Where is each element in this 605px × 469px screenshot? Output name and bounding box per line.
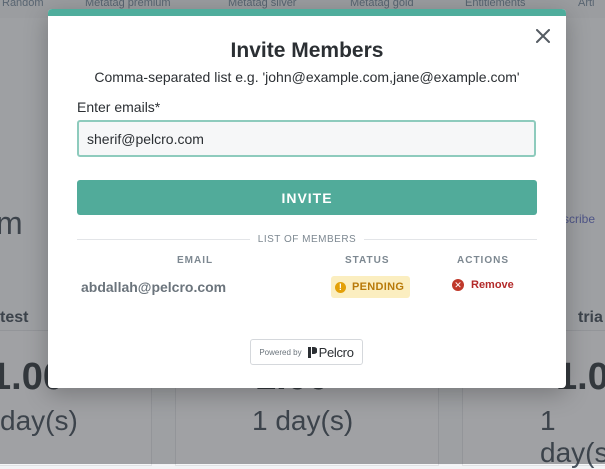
- invite-members-modal: Invite Members Comma-separated list e.g.…: [48, 9, 566, 388]
- modal-title: Invite Members: [230, 39, 384, 62]
- remove-member-button[interactable]: ✕ Remove: [452, 279, 514, 291]
- email-field[interactable]: [77, 120, 536, 157]
- members-list-label: LIST OF MEMBERS: [257, 233, 357, 245]
- column-header-email: EMAIL: [177, 255, 214, 266]
- powered-by-text: Powered by: [259, 347, 302, 357]
- status-badge: ! PENDING: [331, 276, 411, 298]
- remove-x-icon: ✕: [452, 279, 464, 291]
- modal-subtitle: Comma-separated list e.g. 'john@example.…: [94, 69, 520, 85]
- pelcro-logo: Pelcro: [307, 344, 354, 360]
- email-field-label: Enter emails*: [77, 99, 161, 115]
- modal-accent-bar: [48, 9, 566, 16]
- column-header-status: STATUS: [345, 255, 390, 266]
- column-header-actions: ACTIONS: [457, 255, 509, 266]
- warning-icon: !: [335, 281, 346, 293]
- remove-label: Remove: [471, 279, 514, 291]
- status-badge-label: PENDING: [352, 281, 405, 293]
- member-email: abdallah@pelcro.com: [81, 279, 227, 295]
- powered-by-badge[interactable]: Powered by Pelcro: [250, 339, 363, 365]
- divider-line: [364, 238, 538, 240]
- members-list-divider: LIST OF MEMBERS: [77, 233, 538, 245]
- pelcro-brand-name: Pelcro: [318, 344, 354, 360]
- invite-button[interactable]: INVITE: [77, 180, 537, 215]
- divider-line: [77, 238, 250, 240]
- pelcro-logo-mark: [307, 346, 317, 358]
